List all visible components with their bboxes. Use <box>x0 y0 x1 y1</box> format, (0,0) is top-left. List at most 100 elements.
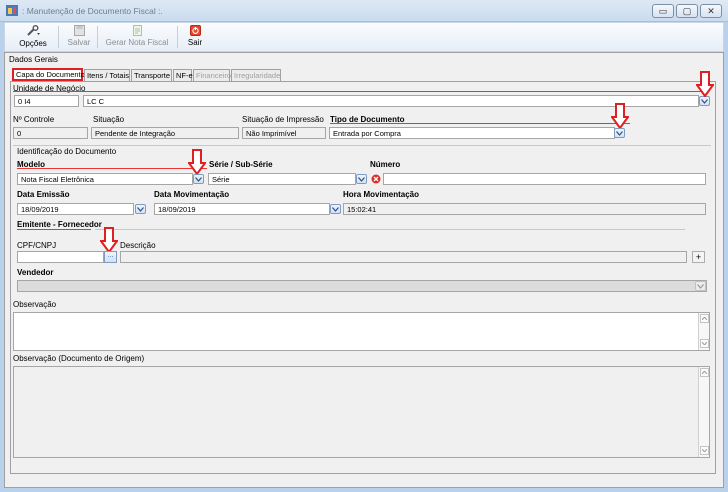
serie-dropdown-button[interactable] <box>356 174 367 184</box>
data-emissao-dropdown-button[interactable] <box>135 204 146 214</box>
gerar-nf-label: Gerar Nota Fiscal <box>105 38 169 47</box>
chevron-down-icon <box>697 283 704 289</box>
numero-label: Número <box>370 160 401 169</box>
tipo-documento-dropdown-button[interactable] <box>614 128 625 138</box>
data-emissao-picker[interactable]: 18/09/2019 <box>17 203 134 215</box>
annotation-underline <box>330 123 630 124</box>
red-down-arrow-icon <box>188 149 206 175</box>
chevron-down-icon <box>702 342 707 345</box>
close-button[interactable]: ✕ <box>700 4 722 18</box>
scroll-up-button[interactable] <box>700 368 709 377</box>
descricao-label: Descrição <box>120 241 156 250</box>
data-movimentacao-dropdown-button[interactable] <box>330 204 341 214</box>
unidade-name-combo[interactable]: LC C <box>83 95 699 107</box>
unidade-code-field[interactable]: 0 I4 <box>14 95 79 107</box>
sair-button[interactable]: Sair <box>183 23 207 51</box>
tab-itens-totais[interactable]: Itens / Totais <box>84 69 130 81</box>
salvar-label: Salvar <box>67 38 91 47</box>
emitente-title: Emitente - Fornecedor <box>17 220 102 229</box>
descricao-field <box>120 251 687 263</box>
exit-icon <box>189 25 201 36</box>
cpf-cnpj-label: CPF/CNPJ <box>17 241 57 250</box>
vendedor-dropdown-button <box>695 281 706 291</box>
observacao-origem-scrollbar[interactable] <box>698 367 709 457</box>
data-movimentacao-picker[interactable]: 18/09/2019 <box>154 203 330 215</box>
situacao-field: Pendente de Integração <box>91 127 239 139</box>
toolbar: Opções Salvar Gerar Nota Fiscal Sair <box>4 22 724 52</box>
identificacao-title: Identificação do Documento <box>17 147 117 156</box>
annotation-underline <box>13 91 707 92</box>
chevron-down-icon <box>137 206 144 212</box>
impressao-label: Situação de Impressão <box>242 115 324 124</box>
numero-field[interactable] <box>383 173 706 185</box>
maximize-icon: ▢ <box>682 5 692 16</box>
document-icon <box>132 25 142 36</box>
wrench-icon <box>27 25 40 36</box>
scroll-down-button[interactable] <box>700 339 709 348</box>
unidade-name-value: LC C <box>87 97 105 106</box>
controle-label: Nº Controle <box>13 115 55 124</box>
red-down-arrow-icon <box>100 227 118 253</box>
window-title: : Manutenção de Documento Fiscal :. <box>22 6 163 16</box>
tab-transporte[interactable]: Transporte <box>131 69 172 81</box>
toolbar-separator <box>97 26 98 48</box>
observacao-textarea[interactable] <box>13 312 710 351</box>
observacao-scrollbar[interactable] <box>698 313 709 350</box>
red-down-arrow-icon <box>696 71 714 97</box>
vendedor-label: Vendedor <box>17 268 54 277</box>
chevron-down-icon <box>702 449 707 452</box>
cpf-lookup-button[interactable]: ... <box>104 251 117 263</box>
minimize-button[interactable]: ▭ <box>652 4 674 18</box>
hora-movimentacao-label: Hora Movimentação <box>343 190 420 199</box>
situacao-label: Situação <box>93 115 125 124</box>
section-divider <box>13 145 711 146</box>
vendedor-combo <box>17 280 707 292</box>
data-emissao-label: Data Emissão <box>17 190 70 199</box>
chevron-down-icon <box>616 130 623 136</box>
annotation-underline <box>17 229 91 230</box>
observacao-label: Observação <box>13 300 57 309</box>
tab-capa-documento[interactable]: Capa do Documento <box>12 68 85 81</box>
tab-nfe[interactable]: NF-e <box>173 69 193 81</box>
chevron-up-icon <box>702 371 707 374</box>
opcoes-button[interactable]: Opções <box>11 23 55 51</box>
chevron-up-icon <box>702 317 707 320</box>
salvar-button[interactable]: Salvar <box>62 23 96 51</box>
chevron-down-icon <box>358 176 365 182</box>
title-bar: : Manutenção de Documento Fiscal :. ▭ ▢ … <box>0 0 728 22</box>
chevron-down-icon <box>195 176 202 182</box>
close-icon: ✕ <box>707 5 715 16</box>
tipo-documento-combo[interactable]: Entrada por Compra <box>329 127 615 139</box>
observacao-origem-label: Observação (Documento de Origem) <box>13 354 145 363</box>
section-divider <box>95 229 685 230</box>
add-fornecedor-button[interactable]: + <box>692 251 705 263</box>
data-movimentacao-label: Data Movimentação <box>154 190 230 199</box>
minimize-icon: ▭ <box>658 5 668 16</box>
cpf-cnpj-field[interactable] <box>17 251 104 263</box>
gerar-nota-fiscal-button[interactable]: Gerar Nota Fiscal <box>101 23 173 51</box>
annotation-underline <box>17 168 207 169</box>
controle-field: 0 <box>13 127 88 139</box>
impressao-field: Não Imprimível <box>242 127 326 139</box>
scroll-up-button[interactable] <box>700 314 709 323</box>
floppy-disk-icon <box>73 25 85 36</box>
tab-financeiro: Financeiro <box>193 69 231 81</box>
modelo-dropdown-button[interactable] <box>193 174 204 184</box>
chevron-down-icon <box>332 206 339 212</box>
toolbar-separator <box>177 26 178 48</box>
modelo-combo[interactable]: Nota Fiscal Eletrônica <box>17 173 193 185</box>
observacao-origem-value <box>14 367 709 371</box>
serie-combo[interactable]: Série <box>208 173 356 185</box>
app-icon <box>6 5 18 16</box>
hora-movimentacao-field: 15:02:41 <box>343 203 706 215</box>
maximize-button[interactable]: ▢ <box>676 4 698 18</box>
red-down-arrow-icon <box>611 103 629 129</box>
unidade-dropdown-button[interactable] <box>699 96 710 106</box>
tab-irregularidade: Irregularidade <box>231 69 281 81</box>
scroll-down-button[interactable] <box>700 446 709 455</box>
group-title: Dados Gerais <box>9 55 58 64</box>
opcoes-label: Opções <box>19 39 47 48</box>
observacao-value <box>14 313 709 317</box>
serie-label: Série / Sub-Série <box>209 160 273 169</box>
chevron-down-icon <box>701 98 708 104</box>
